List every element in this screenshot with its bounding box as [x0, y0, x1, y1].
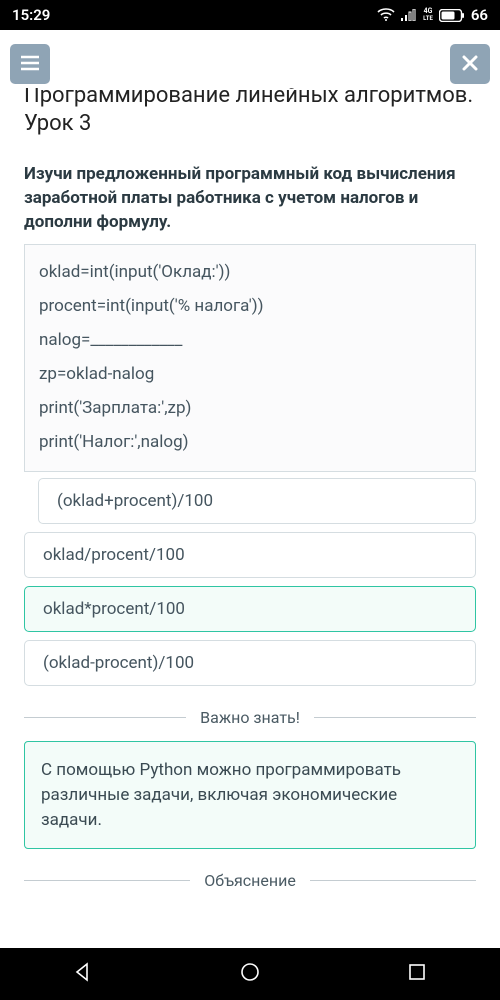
network-type: 4GLTE	[423, 8, 433, 22]
answer-option-4[interactable]: (oklad-procent)/100	[24, 640, 476, 686]
option-label: oklad/procent/100	[43, 545, 185, 565]
status-right: 4GLTE 66	[377, 6, 488, 24]
explanation-header: Объяснение	[190, 871, 310, 890]
answer-option-1[interactable]: (oklad+procent)/100	[38, 478, 476, 524]
code-box: oklad=int(input('Оклад:')) procent=int(i…	[24, 244, 476, 472]
code-line: nalog=____________	[39, 323, 461, 357]
important-separator: Важно знать!	[24, 708, 476, 727]
code-line: zp=oklad-nalog	[39, 357, 461, 391]
status-bar: 15:29 4GLTE 66	[0, 0, 500, 30]
topbar	[0, 30, 500, 88]
close-icon	[462, 52, 478, 77]
code-line: oklad=int(input('Оклад:'))	[39, 255, 461, 289]
explanation-separator: Объяснение	[24, 871, 476, 890]
battery-percent: 66	[471, 6, 488, 24]
code-line: print('Зарплата:',zp)	[39, 391, 461, 425]
signal-icon	[401, 9, 417, 21]
home-icon	[239, 961, 261, 987]
code-line: print('Налог:',nalog)	[39, 425, 461, 459]
close-button[interactable]	[450, 44, 490, 84]
task-prompt: Изучи предложенный программный код вычис…	[24, 155, 476, 244]
important-header: Важно знать!	[186, 708, 314, 727]
answer-option-2[interactable]: oklad/procent/100	[24, 532, 476, 578]
option-label: (oklad-procent)/100	[43, 653, 194, 673]
option-label: (oklad+procent)/100	[57, 491, 213, 511]
nav-recent[interactable]	[403, 960, 431, 988]
recent-icon	[408, 963, 426, 985]
lesson-title: Программирование линейных алгоритмов. Ур…	[24, 88, 476, 155]
status-time: 15:29	[12, 6, 50, 24]
option-label: oklad*procent/100	[43, 599, 185, 619]
system-nav-bar	[0, 948, 500, 1000]
nav-back[interactable]	[69, 960, 97, 988]
important-text: С помощью Python можно программировать р…	[41, 760, 401, 829]
back-icon	[73, 962, 93, 986]
hamburger-icon	[20, 52, 40, 77]
battery-icon	[439, 9, 465, 22]
code-line: procent=int(input('% налога'))	[39, 289, 461, 323]
nav-home[interactable]	[236, 960, 264, 988]
wifi-icon	[377, 8, 395, 22]
answer-option-3[interactable]: oklad*procent/100	[24, 586, 476, 632]
important-box: С помощью Python можно программировать р…	[24, 741, 476, 849]
content: Программирование линейных алгоритмов. Ур…	[0, 88, 500, 948]
options-list: (oklad+procent)/100 oklad/procent/100 ok…	[24, 478, 476, 686]
menu-button[interactable]	[10, 44, 50, 84]
